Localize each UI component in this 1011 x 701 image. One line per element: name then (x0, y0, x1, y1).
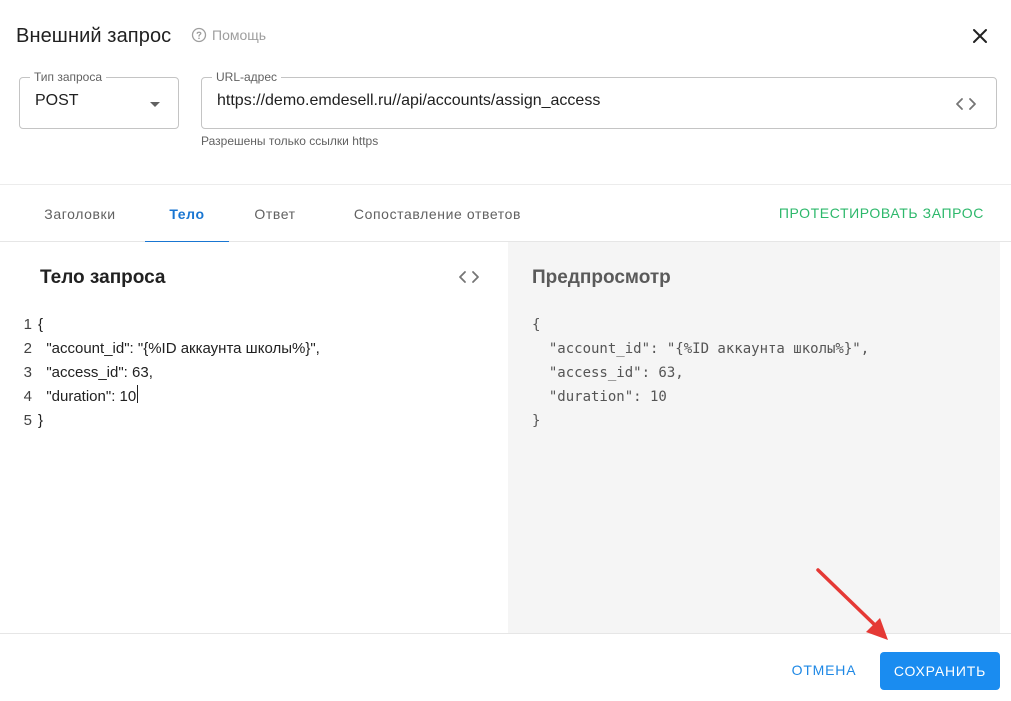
method-value: POST (35, 92, 79, 109)
annotation-arrow-icon (816, 568, 888, 640)
line-number: 2 (23, 340, 32, 357)
url-label: URL-адрес (212, 69, 282, 85)
code-line: 3 "access_id": 63, (0, 361, 508, 385)
url-field[interactable]: URL-адрес https://demo.emdesell.ru//api/… (201, 69, 997, 129)
preview-line: { (532, 317, 541, 333)
cancel-button[interactable]: ОТМЕНА (782, 652, 866, 688)
code-line: 4 "duration": 10 (0, 385, 508, 409)
line-content: } (38, 412, 44, 429)
line-content: { (38, 316, 44, 333)
code-toggle-icon[interactable] (457, 267, 481, 287)
code-line: 1{ (0, 313, 508, 337)
test-request-button[interactable]: ПРОТЕСТИРОВАТЬ ЗАПРОС (779, 205, 984, 221)
preview-code: { "account_id": "{%ID аккаунта школы%}",… (532, 313, 869, 433)
editor-title: Тело запроса (40, 267, 166, 288)
tab-body[interactable]: Тело (145, 185, 229, 243)
line-number: 4 (23, 388, 32, 405)
preview-line: } (532, 413, 541, 429)
preview-line: "account_id": "{%ID аккаунта школы%}", (532, 341, 870, 357)
help-circle-icon (191, 27, 207, 43)
preview-line: "duration": 10 (532, 389, 667, 405)
preview-panel: Предпросмотр { "account_id": "{%ID аккау… (508, 242, 1000, 633)
body-editor-panel: Тело запроса 1{ 2 "account_id": "{%ID ак… (0, 242, 508, 633)
preview-title: Предпросмотр (532, 267, 671, 288)
line-content: "account_id": "{%ID аккаунта школы%}", (38, 340, 320, 357)
line-number: 3 (23, 364, 32, 381)
help-link[interactable]: Помощь (191, 27, 266, 43)
code-toggle-icon[interactable] (954, 94, 978, 114)
close-button[interactable] (966, 22, 994, 50)
text-cursor (137, 385, 139, 403)
save-button[interactable]: СОХРАНИТЬ (880, 652, 1000, 690)
method-label: Тип запроса (30, 69, 107, 85)
close-icon (973, 29, 987, 43)
line-number: 1 (23, 316, 32, 333)
preview-line: "access_id": 63, (532, 365, 684, 381)
dropdown-caret-icon (150, 102, 160, 107)
tab-response-mapping[interactable]: Сопоставление ответов (330, 185, 545, 242)
dialog-title: Внешний запрос (16, 25, 172, 47)
line-content: "access_id": 63, (38, 364, 153, 381)
code-editor[interactable]: 1{ 2 "account_id": "{%ID аккаунта школы%… (0, 313, 508, 433)
url-value: https://demo.emdesell.ru//api/accounts/a… (217, 92, 601, 109)
tab-headers[interactable]: Заголовки (22, 185, 138, 242)
line-number: 5 (23, 412, 32, 429)
tabs-bar: Заголовки Тело Ответ Сопоставление ответ… (0, 184, 1011, 243)
dialog-header: Внешний запрос Помощь (0, 0, 1011, 70)
help-label: Помощь (212, 27, 267, 43)
line-content: "duration": 10 (38, 388, 137, 405)
url-hint: Разрешены только ссылки https (201, 134, 379, 148)
tab-response[interactable]: Ответ (236, 185, 314, 242)
code-line: 5} (0, 409, 508, 433)
code-line: 2 "account_id": "{%ID аккаунта школы%}", (0, 337, 508, 361)
method-select[interactable]: Тип запроса POST (19, 69, 179, 129)
